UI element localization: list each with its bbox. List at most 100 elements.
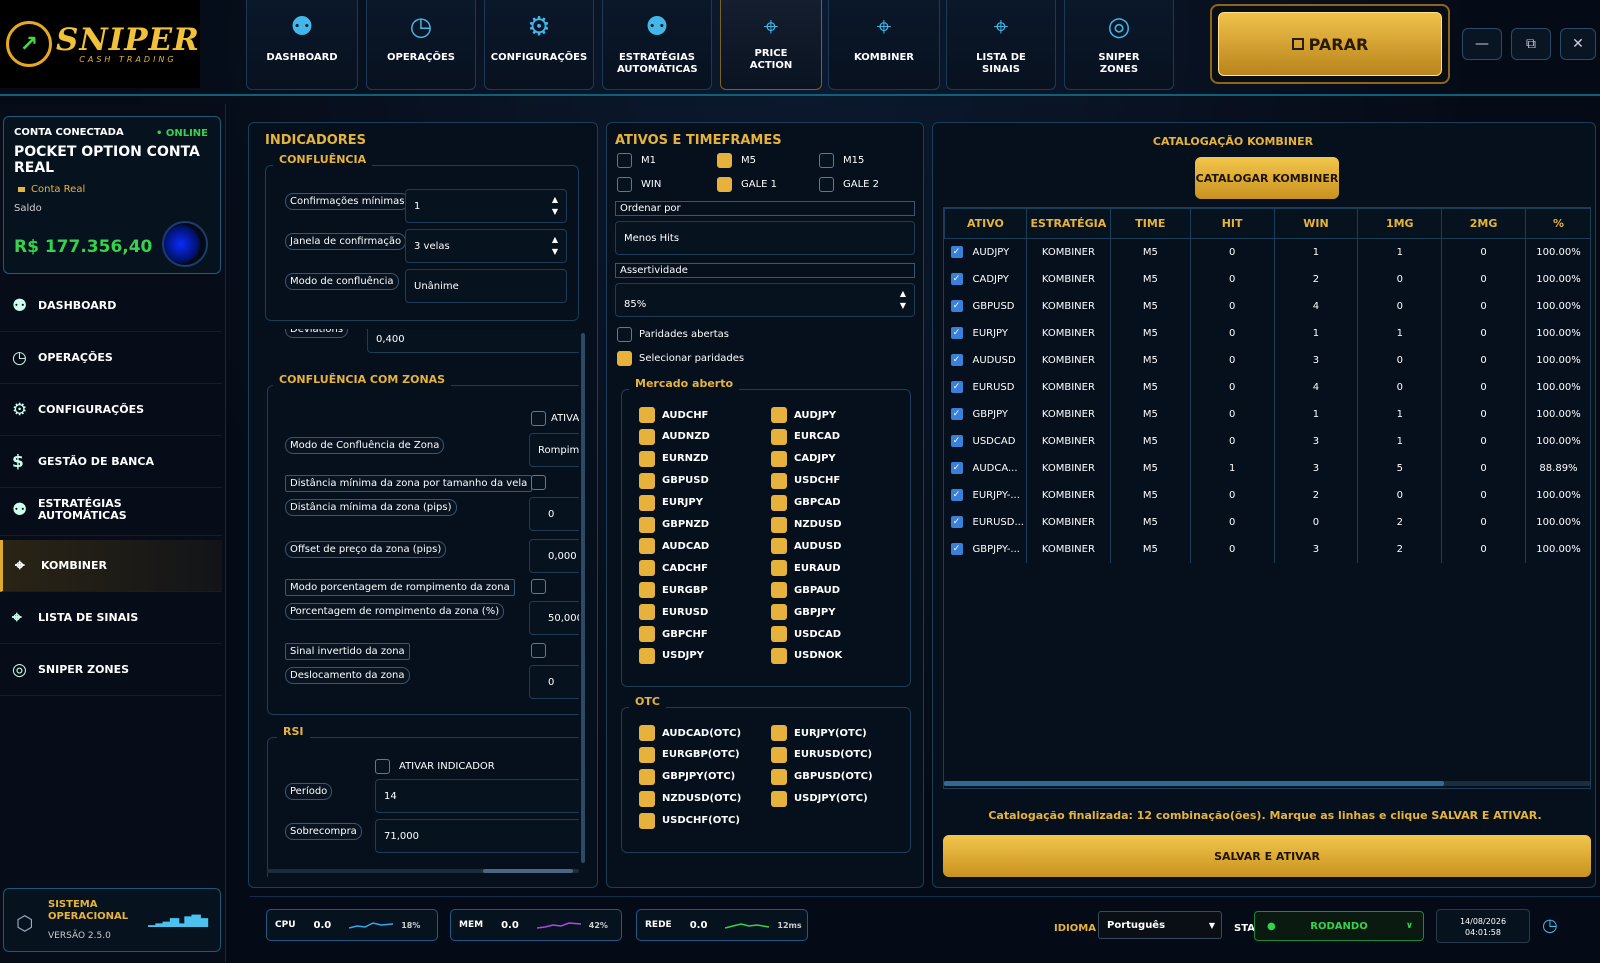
timeframe-win-checkbox[interactable] (617, 177, 632, 192)
pair-checkbox-audusd[interactable]: AUDUSD (771, 538, 841, 555)
pair-checkbox-eurusd[interactable]: EURUSD (639, 604, 708, 621)
parar-button[interactable]: PARAR (1218, 12, 1442, 76)
sidebar-item-estrat-gias-autom-ticas[interactable]: ⚉ ESTRATÉGIAS AUTOMÁTICAS (0, 484, 222, 536)
row-checkbox[interactable]: ✓ (950, 246, 963, 259)
table-row[interactable]: ✓ USDCAD KOMBINER M5 0 3 1 0 100.00% (944, 427, 1590, 455)
table-row[interactable]: ✓ EURJPY-... KOMBINER M5 0 2 0 0 100.00% (944, 481, 1590, 509)
nav-tab-price-action[interactable]: ⌖ PRICE ACTION (720, 0, 822, 90)
pair-checkbox-audnzd[interactable]: AUDNZD (639, 428, 710, 445)
row-checkbox[interactable]: ✓ (950, 381, 963, 393)
pair-checkbox-eurusdotc[interactable]: EURUSD(OTC) (771, 746, 872, 763)
nav-tab-sniper-zones[interactable]: ◎ SNIPER ZONES (1064, 0, 1174, 90)
column-header[interactable]: TIME (1109, 208, 1191, 239)
nav-tab-estrategias[interactable]: ⚉ ESTRATÉGIAS AUTOMÁTICAS (602, 0, 712, 90)
pair-checkbox-cadjpy[interactable]: CADJPY (771, 450, 836, 467)
sidebar-item-dashboard[interactable]: ⚉ DASHBOARD (0, 280, 222, 332)
row-checkbox[interactable]: ✓ (950, 273, 963, 285)
balance-visibility-toggle[interactable] (162, 221, 208, 267)
sidebar-item-lista-de-sinais[interactable]: ⌖ LISTA DE SINAIS (0, 592, 222, 644)
pair-checkbox-eurcad[interactable]: EURCAD (771, 428, 840, 445)
rsi-ativar-checkbox[interactable] (375, 759, 390, 774)
table-row[interactable]: ✓ AUDUSD KOMBINER M5 0 3 0 0 100.00% (944, 346, 1590, 374)
deviations-input[interactable]: 0,400 (367, 329, 579, 353)
row-checkbox[interactable]: ✓ (950, 354, 963, 366)
column-header[interactable]: % (1525, 208, 1590, 239)
pair-checkbox-gbpjpyotc[interactable]: GBPJPY(OTC) (639, 768, 735, 785)
pair-checkbox-audcadotc[interactable]: AUDCAD(OTC) (639, 725, 741, 741)
pair-checkbox-cadchf[interactable]: CADCHF (639, 560, 708, 577)
row-checkbox[interactable]: ✓ (950, 408, 963, 420)
pair-checkbox-nzdusdotc[interactable]: NZDUSD(OTC) (639, 790, 741, 807)
assertividade-input[interactable]: 85% ▲ ▼ (615, 283, 915, 317)
pair-checkbox-gbpaud[interactable]: GBPAUD (771, 582, 840, 599)
zona-dist-pips-input[interactable]: 0 (529, 497, 579, 531)
pair-checkbox-euraud[interactable]: EURAUD (771, 560, 841, 577)
zona-desloc-input[interactable]: 0 (529, 665, 579, 699)
idioma-select[interactable]: Português ▼ (1098, 911, 1222, 939)
table-row[interactable]: ✓ GBPJPY-... KOMBINER M5 0 3 2 0 100.00% (944, 535, 1590, 563)
timeframe-m15-checkbox[interactable] (819, 153, 834, 168)
rsi-sobrecompra-input[interactable]: 71,000 (375, 819, 579, 853)
sidebar-item-kombiner[interactable]: ⌖ KOMBINER (0, 540, 222, 592)
sidebar-item-configura-es[interactable]: ⚙ CONFIGURAÇÕES (0, 384, 222, 436)
row-checkbox[interactable]: ✓ (950, 327, 963, 339)
min-confirmations-input[interactable]: 1 ▲ ▼ (405, 189, 567, 223)
timeframe-gale-2-checkbox[interactable] (819, 177, 834, 192)
column-header[interactable]: 1MG (1357, 208, 1443, 239)
column-header[interactable]: ATIVO (944, 208, 1027, 239)
row-checkbox[interactable]: ✓ (950, 516, 963, 528)
zona-modo-pct-checkbox[interactable] (531, 579, 546, 594)
pair-checkbox-gbpusd[interactable]: GBPUSD (639, 472, 709, 489)
pair-checkbox-eurgbp[interactable]: EURGBP (639, 582, 708, 599)
pair-checkbox-gbpjpy[interactable]: GBPJPY (771, 604, 835, 621)
table-row[interactable]: ✓ GBPUSD KOMBINER M5 0 4 0 0 100.00% (944, 292, 1590, 320)
pair-checkbox-gbpusdotc[interactable]: GBPUSD(OTC) (771, 768, 873, 785)
indicators-hscrollbar[interactable] (267, 869, 579, 873)
nav-tab-dashboard[interactable]: ⚉ DASHBOARD (246, 0, 358, 90)
row-checkbox[interactable]: ✓ (950, 543, 963, 555)
pair-checkbox-usdchf[interactable]: USDCHF (771, 472, 840, 489)
nav-tab-kombiner[interactable]: ⌖ KOMBINER (828, 0, 940, 90)
table-row[interactable]: ✓ EURUSD KOMBINER M5 0 4 0 0 100.00% (944, 373, 1590, 401)
column-header[interactable]: 2MG (1441, 208, 1526, 239)
pair-checkbox-nzdusd[interactable]: NZDUSD (771, 516, 842, 533)
timeframe-m5-checkbox[interactable] (717, 153, 732, 168)
catalogar-button[interactable]: CATALOGAR KOMBINER (1195, 157, 1339, 199)
janela-input[interactable]: 3 velas ▲ ▼ (405, 229, 567, 263)
status-select[interactable]: ● RODANDO ∨ (1254, 911, 1424, 941)
selecionar-paridades-checkbox[interactable] (617, 351, 632, 366)
table-row[interactable]: ✓ AUDJPY KOMBINER M5 0 1 1 0 100.00% (944, 238, 1590, 266)
nav-tab-operacoes[interactable]: ◷ OPERAÇÕES (366, 0, 476, 90)
close-button[interactable]: ✕ (1560, 28, 1596, 60)
paridades-abertas-checkbox[interactable] (617, 327, 632, 342)
pair-checkbox-eurjpy[interactable]: EURJPY (639, 494, 703, 511)
pair-checkbox-eurnzd[interactable]: EURNZD (639, 450, 709, 467)
pair-checkbox-audcad[interactable]: AUDCAD (639, 538, 709, 555)
table-row[interactable]: ✓ EURJPY KOMBINER M5 0 1 1 0 100.00% (944, 319, 1590, 347)
pair-checkbox-gbpnzd[interactable]: GBPNZD (639, 516, 709, 533)
column-header[interactable]: HIT (1189, 208, 1275, 239)
modo-confluencia-select[interactable]: Unânime (405, 269, 567, 303)
table-row[interactable]: ✓ CADJPY KOMBINER M5 0 2 0 0 100.00% (944, 265, 1590, 293)
column-header[interactable]: WIN (1273, 208, 1359, 239)
row-checkbox[interactable]: ✓ (950, 435, 963, 447)
table-row[interactable]: ✓ AUDCA... KOMBINER M5 1 3 5 0 88.89% (944, 454, 1590, 482)
pair-checkbox-audchf[interactable]: AUDCHF (639, 407, 708, 423)
salvar-ativar-button[interactable]: SALVAR E ATIVAR (943, 835, 1591, 877)
sidebar-item-gest-o-de-banca[interactable]: $ GESTÃO DE BANCA (0, 436, 222, 488)
sidebar-item-opera-es[interactable]: ◷ OPERAÇÕES (0, 332, 222, 384)
nav-tab-configuracoes[interactable]: ⚙ CONFIGURAÇÕES (484, 0, 594, 90)
pair-checkbox-eurgbpotc[interactable]: EURGBP(OTC) (639, 746, 740, 763)
zonas-ativar-checkbox[interactable] (531, 411, 546, 426)
pair-checkbox-gbpcad[interactable]: GBPCAD (771, 494, 841, 511)
ordenar-select[interactable]: Menos Hits (615, 221, 915, 255)
table-row[interactable]: ✓ GBPJPY KOMBINER M5 0 1 1 0 100.00% (944, 400, 1590, 428)
zona-offset-input[interactable]: 0,000 (529, 539, 579, 573)
indicators-scroll-area[interactable]: Deviations 0,400 CONFLUÊNCIA COM ZONAS A… (267, 329, 579, 877)
pair-checkbox-usdcad[interactable]: USDCAD (771, 626, 841, 642)
column-header[interactable]: ESTRATÉGIA (1025, 208, 1111, 239)
row-checkbox[interactable]: ✓ (950, 462, 963, 474)
zona-modo-select[interactable]: Rompimento (529, 433, 579, 467)
pair-checkbox-audjpy[interactable]: AUDJPY (771, 407, 836, 423)
table-row[interactable]: ✓ EURUSD... KOMBINER M5 0 0 2 0 100.00% (944, 508, 1590, 536)
